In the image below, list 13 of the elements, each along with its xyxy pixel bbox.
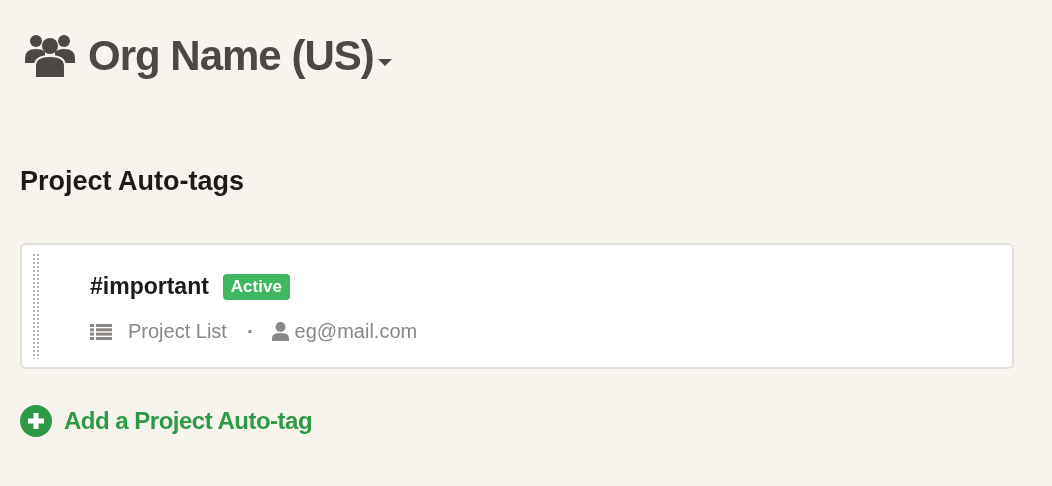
person-icon	[271, 322, 289, 341]
section-heading: Project Auto-tags	[20, 166, 244, 197]
group-icon	[24, 34, 76, 78]
add-icon	[20, 405, 52, 437]
separator-dot: ·	[246, 320, 254, 343]
list-icon	[90, 323, 112, 340]
owner-email: eg@mail.com	[294, 320, 418, 343]
tag-name[interactable]: #important	[90, 273, 209, 300]
org-switcher[interactable]: Org Name (US)	[88, 32, 392, 80]
caret-icon	[377, 59, 392, 66]
scope-label: Project List	[128, 320, 227, 343]
status-badge: Active	[222, 273, 290, 300]
drag-handle[interactable]	[32, 253, 40, 359]
